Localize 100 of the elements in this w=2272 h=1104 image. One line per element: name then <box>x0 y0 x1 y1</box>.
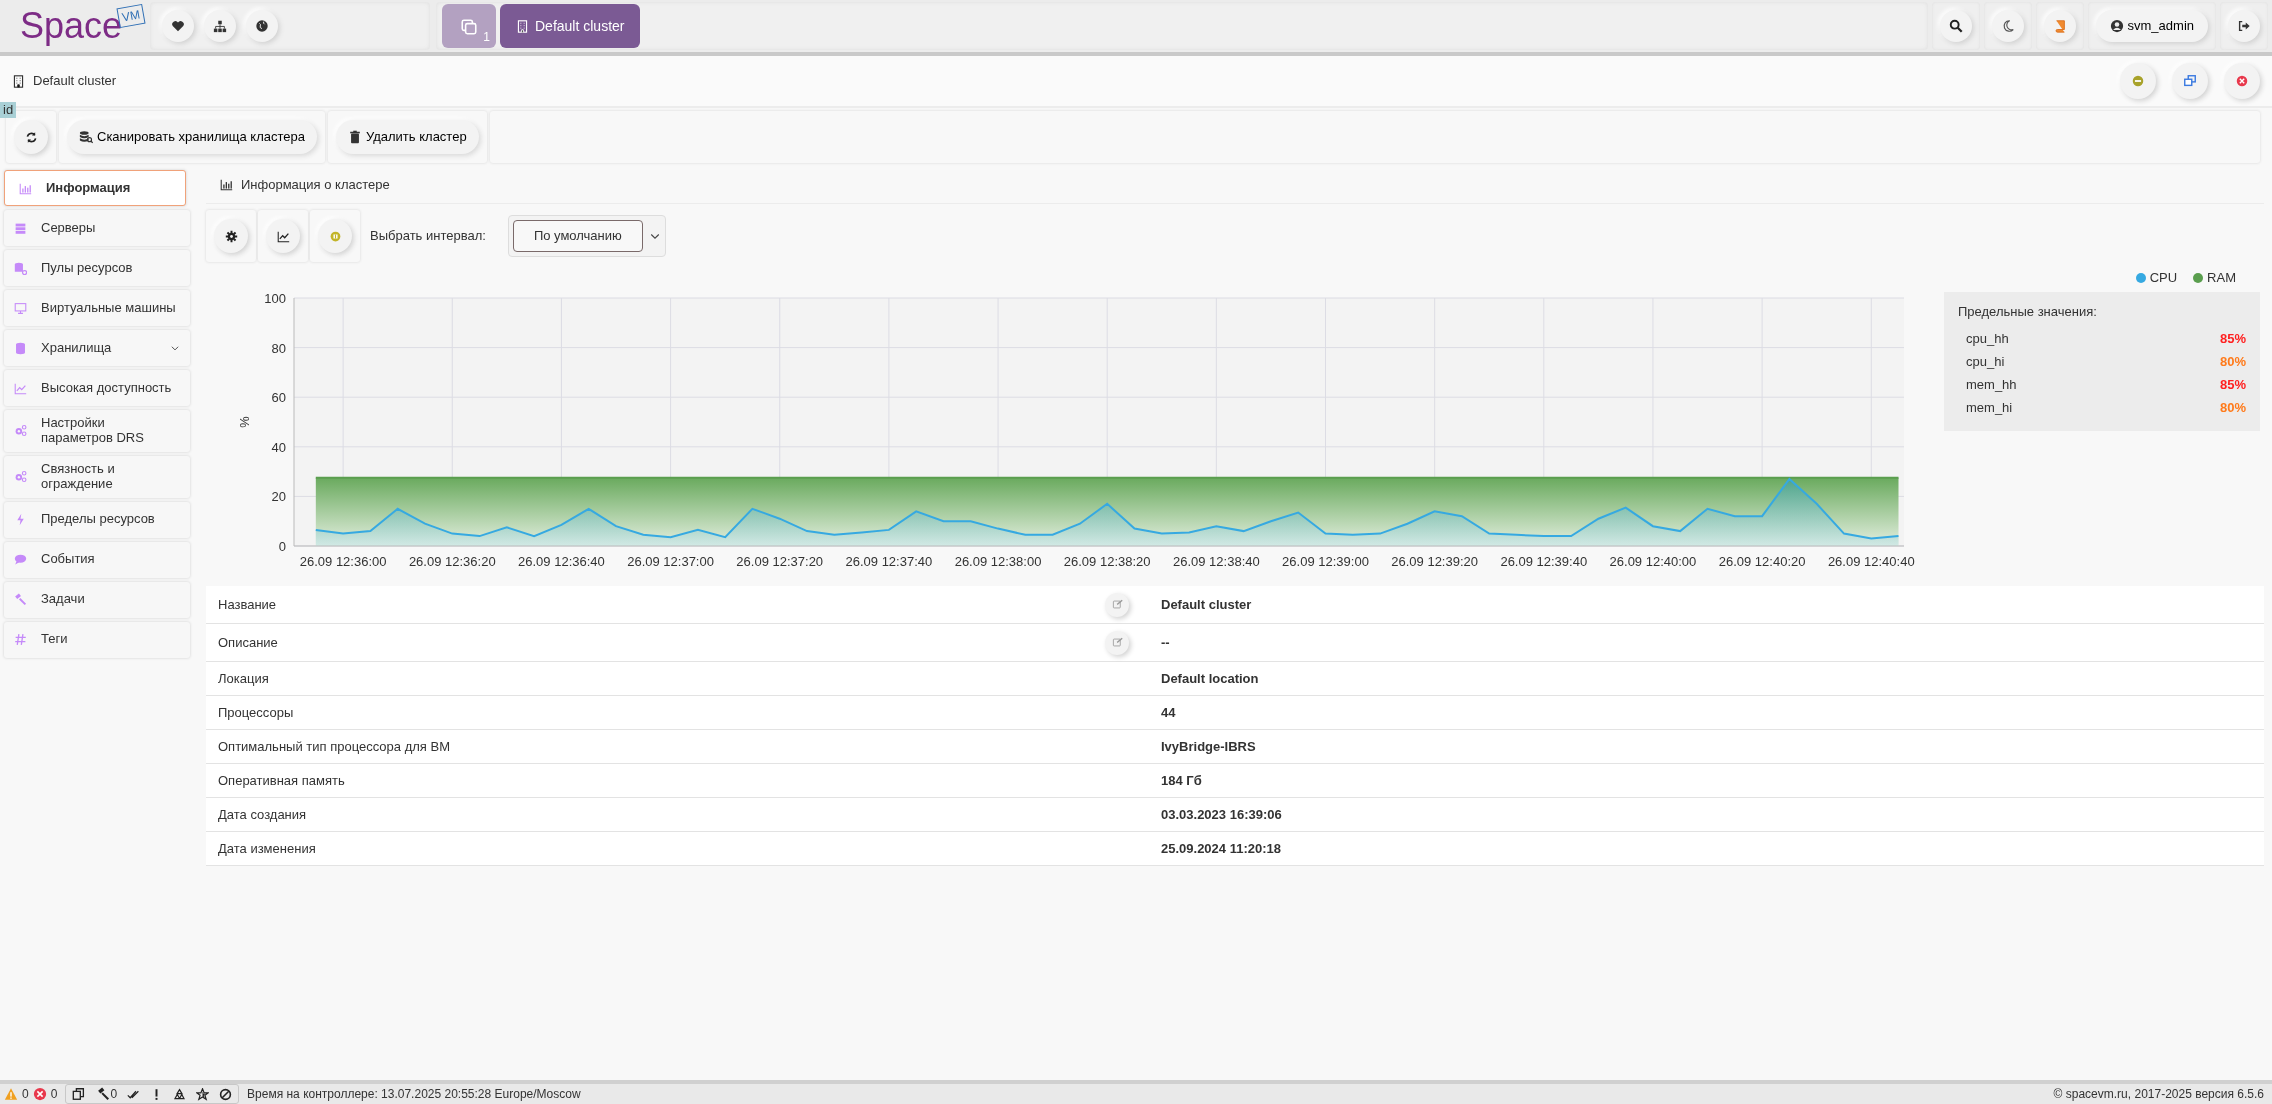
threshold-name: mem_hi <box>1966 399 2013 417</box>
windows-icon <box>460 17 478 36</box>
gears-icon <box>14 470 27 484</box>
warning-icon <box>4 1087 18 1101</box>
x-tick-label: 26.09 12:37:00 <box>627 554 714 569</box>
line-chart-icon <box>276 229 290 243</box>
sidebar-item[interactable]: Пределы ресурсов <box>4 501 190 538</box>
edit-icon <box>1111 637 1123 648</box>
sitemap-icon <box>213 19 227 33</box>
field-label: Название <box>218 595 277 614</box>
refresh-button[interactable] <box>14 120 48 154</box>
server-icon <box>14 221 27 235</box>
field-value: 25.09.2024 11:20:18 <box>1160 839 1281 858</box>
x-tick-label: 26.09 12:36:20 <box>408 554 496 569</box>
scan-storage-button[interactable]: Сканировать хранилища кластера <box>67 120 317 154</box>
y-tick-label: 20 <box>271 489 286 505</box>
x-tick-label: 26.09 12:40:20 <box>1718 554 1806 569</box>
user-icon <box>2109 19 2124 33</box>
sidebar-item[interactable]: Виртуальные машины <box>4 290 190 326</box>
y-axis-label: % <box>237 416 252 428</box>
window-count: 1 <box>483 29 490 46</box>
id-tag: id <box>0 102 17 118</box>
sidebar-item[interactable]: Связность и ограждение <box>4 455 190 498</box>
search-icon <box>1948 19 1963 33</box>
minimize-button[interactable] <box>2120 63 2156 99</box>
field-value: Default location <box>1160 669 1259 688</box>
database-search-icon <box>79 130 93 144</box>
sidebar-item[interactable]: Высокая доступность <box>4 370 190 406</box>
database-icon <box>14 341 27 355</box>
sidebar-item[interactable]: Хранилища <box>4 330 190 366</box>
edit-icon <box>1111 599 1123 610</box>
sitemap-button[interactable] <box>204 10 236 42</box>
chart-button[interactable] <box>266 219 300 253</box>
field-label: Описание <box>218 633 278 652</box>
field-value: IvyBridge-IBRS <box>1160 737 1256 756</box>
gavel-icon <box>96 1087 111 1101</box>
gavel-icon <box>14 593 27 607</box>
sidebar-item[interactable]: Информация <box>4 170 186 206</box>
interval-select[interactable]: По умолчанию <box>507 215 666 257</box>
threshold-value: 80% <box>2219 399 2246 417</box>
chevron-down-icon <box>170 343 180 353</box>
field-label: Дата создания <box>218 805 307 824</box>
threshold-value: 85% <box>2219 330 2246 348</box>
field-label: Оперативная память <box>218 771 345 790</box>
sidebar-item[interactable]: Задачи <box>4 581 190 618</box>
y-tick-label: 80 <box>271 340 286 356</box>
sidebar-item[interactable]: Пулы ресурсов <box>4 250 190 286</box>
window-title: Default cluster <box>33 72 117 91</box>
field-label: Локация <box>218 669 269 688</box>
copyright: © spacevm.ru, 2017-2025 версия 6.5.6 <box>2053 1086 2264 1103</box>
x-tick-label: 26.09 12:39:20 <box>1391 554 1478 569</box>
threshold-value: 80% <box>2219 353 2246 371</box>
threshold-value: 85% <box>2219 376 2246 394</box>
field-value: 184 Гб <box>1160 771 1202 790</box>
x-tick-label: 26.09 12:37:20 <box>736 554 824 569</box>
line-chart-icon <box>14 381 27 395</box>
close-icon <box>2235 74 2249 88</box>
settings-button[interactable] <box>214 219 248 253</box>
sidebar-item[interactable]: Настройки параметров DRS <box>4 410 190 452</box>
building-icon <box>12 74 25 88</box>
error-icon <box>32 1087 47 1101</box>
globe-button[interactable] <box>246 10 278 42</box>
x-tick-label: 26.09 12:37:40 <box>845 554 933 569</box>
field-label: Оптимальный тип процессора для ВМ <box>218 737 450 756</box>
copy-icon <box>72 1087 87 1101</box>
threshold-name: cpu_hi <box>1966 353 2005 371</box>
threshold-name: mem_hh <box>1966 376 2017 394</box>
field-value: 03.03.2023 16:39:06 <box>1160 805 1282 824</box>
x-tick-label: 26.09 12:39:40 <box>1500 554 1588 569</box>
restore-icon <box>2183 74 2197 88</box>
sidebar-item[interactable]: Теги <box>4 621 190 658</box>
logout-icon <box>2237 19 2251 33</box>
settings-icon <box>224 229 238 243</box>
legend-label: RAM <box>2207 269 2236 287</box>
moon-icon <box>2000 19 2015 33</box>
x-tick-label: 26.09 12:38:00 <box>954 554 1042 569</box>
bar-chart-icon <box>220 178 233 191</box>
speech-bubble-icon <box>14 553 27 567</box>
building-icon <box>516 19 529 33</box>
x-tick-label: 26.09 12:38:40 <box>1172 554 1260 569</box>
restore-button[interactable] <box>2172 63 2208 99</box>
y-tick-label: 40 <box>271 439 286 455</box>
close-button[interactable] <box>2224 63 2260 99</box>
sidebar-item[interactable]: Серверы <box>4 210 190 246</box>
logout-button[interactable] <box>2228 10 2260 42</box>
delete-cluster-button[interactable]: Удалить кластер <box>335 120 479 154</box>
field-label: Дата изменения <box>218 839 316 858</box>
x-tick-label: 26.09 12:36:40 <box>518 554 605 569</box>
thresholds-title: Предельные значения: <box>1958 302 2098 321</box>
controller-time: Время на контроллере: 13.07.2025 20:55:28 Europe/Moscow <box>247 1086 582 1103</box>
x-tick-label: 26.09 12:36:00 <box>299 554 387 569</box>
star-icon <box>196 1087 210 1101</box>
pause-icon <box>328 229 342 243</box>
database-gear-icon <box>14 261 27 275</box>
sidebar-item[interactable]: События <box>4 541 190 578</box>
user-button[interactable]: svm_admin <box>2095 10 2208 42</box>
task-count: 0 <box>110 1086 118 1103</box>
threshold-name: cpu_hh <box>1966 330 2009 348</box>
cluster-tab[interactable]: Default cluster <box>500 4 641 48</box>
field-label: Процессоры <box>218 703 294 722</box>
